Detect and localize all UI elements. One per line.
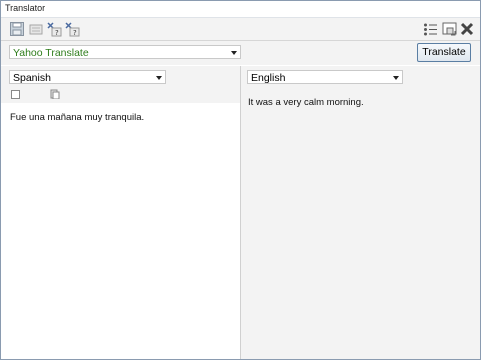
target-language-value: English bbox=[251, 72, 286, 84]
swap-reverse-icon: ? bbox=[64, 21, 79, 37]
translate-button[interactable]: Translate bbox=[417, 43, 471, 62]
target-pane: English It was a very calm morning. bbox=[241, 66, 480, 359]
options-list-button[interactable] bbox=[422, 21, 438, 37]
target-text: It was a very calm morning. bbox=[248, 97, 364, 108]
window-title: Translator bbox=[5, 3, 46, 13]
translator-window: Translator ? ? Yahoo Translate Translate… bbox=[0, 0, 481, 360]
chevron-down-icon bbox=[231, 51, 237, 55]
window-icon bbox=[442, 22, 456, 35]
paste-icon[interactable] bbox=[50, 89, 60, 99]
svg-text:?: ? bbox=[55, 29, 59, 37]
swap-languages-button[interactable]: ? bbox=[46, 21, 62, 37]
source-language-select[interactable]: Spanish bbox=[9, 70, 166, 84]
clear-icon bbox=[29, 24, 43, 35]
translate-button-label: Translate bbox=[422, 46, 466, 58]
target-language-select[interactable]: English bbox=[247, 70, 403, 84]
service-select-value: Yahoo Translate bbox=[13, 47, 89, 59]
source-text[interactable]: Fue una mañana muy tranquila. bbox=[10, 112, 144, 123]
checkbox-icon[interactable] bbox=[11, 90, 21, 100]
toolbar: ? ? bbox=[1, 18, 480, 41]
title-bar: Translator bbox=[1, 1, 480, 18]
service-select[interactable]: Yahoo Translate bbox=[9, 45, 241, 59]
window-mode-button[interactable] bbox=[441, 21, 457, 37]
source-header: Spanish bbox=[1, 66, 240, 103]
save-icon bbox=[10, 22, 24, 36]
source-pane: Spanish Fue una mañana muy tranquila. bbox=[1, 66, 241, 359]
chevron-down-icon bbox=[393, 76, 399, 80]
close-icon bbox=[460, 22, 474, 36]
swap-reverse-button[interactable]: ? bbox=[64, 21, 80, 37]
chevron-down-icon bbox=[156, 76, 162, 80]
service-bar: Yahoo Translate bbox=[1, 41, 480, 65]
clear-button[interactable] bbox=[28, 21, 44, 37]
svg-text:?: ? bbox=[73, 29, 77, 37]
save-button[interactable] bbox=[9, 21, 25, 37]
swap-icon: ? bbox=[46, 21, 61, 37]
close-button[interactable] bbox=[459, 21, 475, 37]
source-language-value: Spanish bbox=[13, 72, 51, 84]
list-icon bbox=[423, 23, 437, 35]
